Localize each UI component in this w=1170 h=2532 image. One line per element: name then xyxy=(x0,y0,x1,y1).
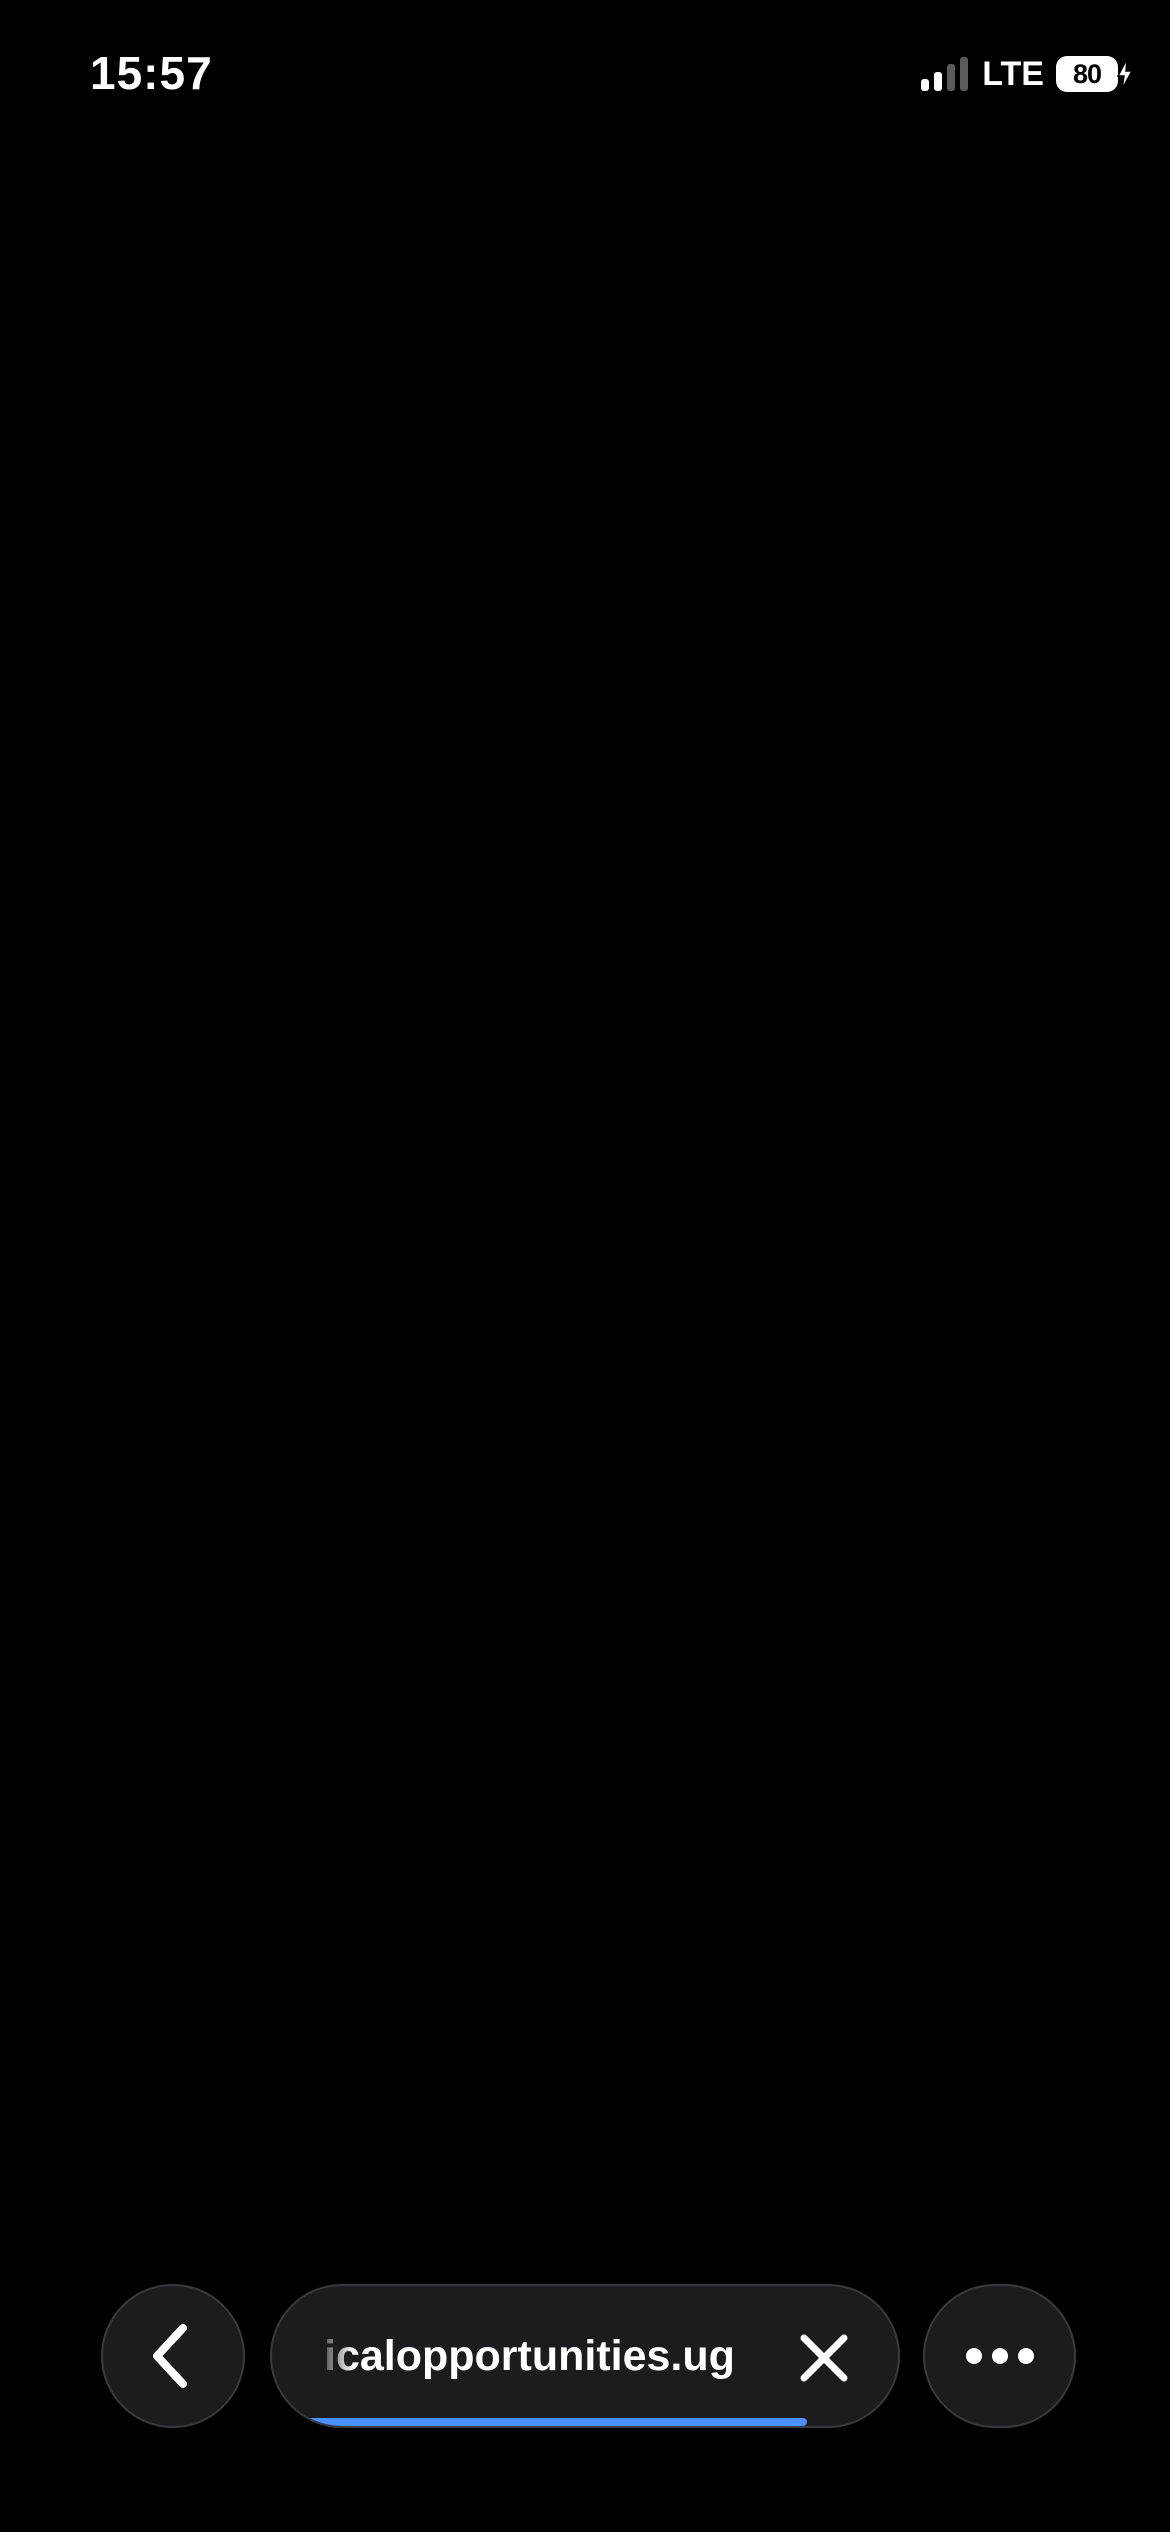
web-content-area xyxy=(0,150,1170,2260)
loading-progress-bar xyxy=(308,2418,807,2426)
ellipsis-icon xyxy=(965,2348,1034,2364)
network-type: LTE xyxy=(982,54,1044,93)
status-indicators: LTE 80 xyxy=(921,52,1134,96)
chevron-left-icon xyxy=(153,2324,187,2388)
cellular-signal-icon xyxy=(921,57,969,91)
address-bar[interactable]: icalopportunities.ug xyxy=(270,2284,900,2428)
battery-level: 80 xyxy=(1072,58,1102,89)
browser-toolbar: icalopportunities.ug xyxy=(0,2284,1170,2430)
url-text: icalopportunities.ug xyxy=(324,2332,735,2380)
close-icon xyxy=(800,2334,848,2382)
status-bar: 15:57 LTE 80 xyxy=(0,0,1170,150)
battery-icon: 80 xyxy=(1056,56,1134,92)
url-field[interactable]: icalopportunities.ug xyxy=(324,2326,764,2386)
loading-progress-track xyxy=(308,2418,862,2426)
more-options-button[interactable] xyxy=(923,2284,1076,2428)
status-time: 15:57 xyxy=(90,47,213,99)
charging-bolt-icon xyxy=(1116,59,1134,89)
back-button[interactable] xyxy=(101,2284,245,2428)
stop-loading-button[interactable] xyxy=(792,2326,856,2390)
